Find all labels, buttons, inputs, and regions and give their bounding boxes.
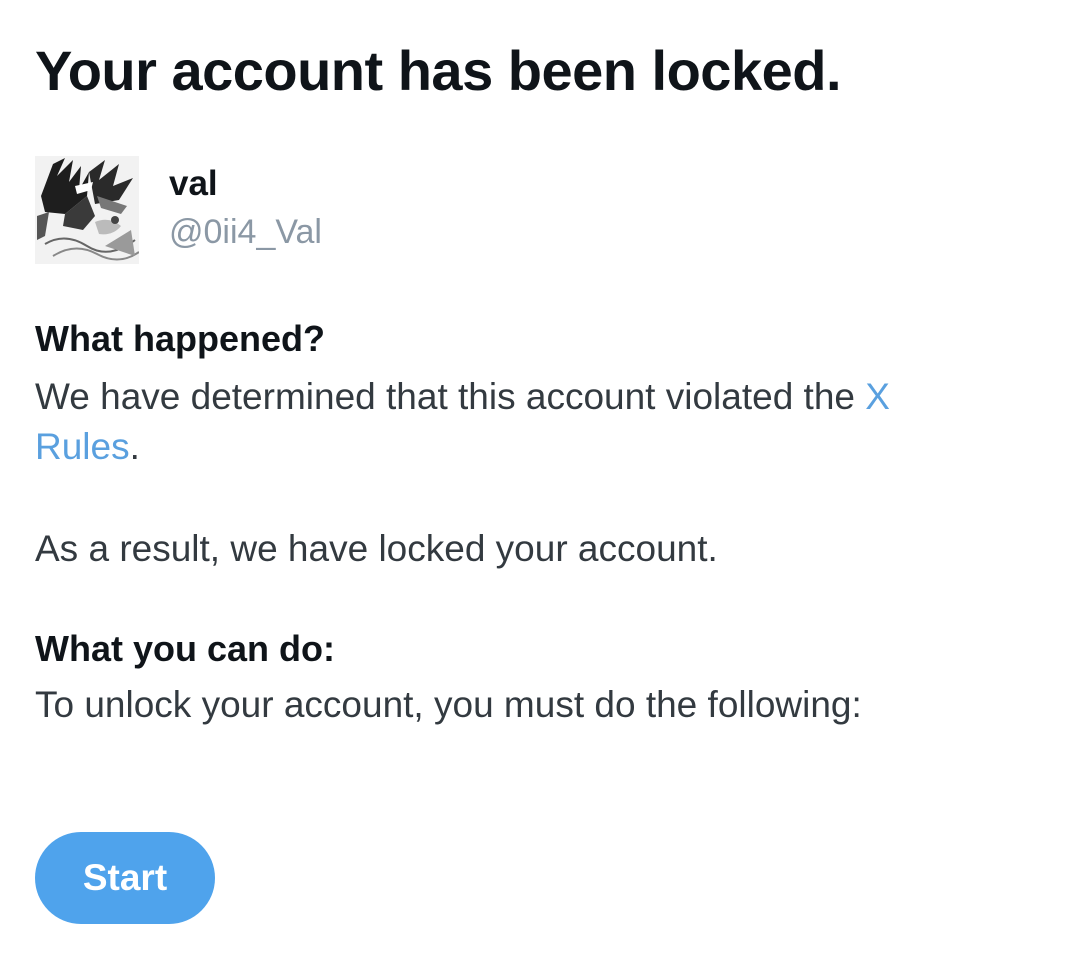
avatar[interactable] [35,156,139,264]
instructions-text: To unlock your account, you must do the … [35,684,862,725]
what-you-can-do-heading: What you can do: [35,628,335,669]
user-handle: @0ii4_Val [169,213,322,251]
start-button[interactable]: Start [35,832,215,924]
violation-text: We have determined that this account vio… [35,372,995,472]
violation-text-prefix: We have determined that this account vio… [35,376,866,417]
avatar-icon [35,156,139,264]
violation-text-suffix: . [129,426,140,467]
display-name: val [169,164,218,203]
page-title: Your account has been locked. [35,39,842,102]
result-text: As a result, we have locked your account… [35,528,718,569]
what-happened-heading: What happened? [35,318,325,359]
profile-card: val @0ii4_Val [35,156,635,266]
